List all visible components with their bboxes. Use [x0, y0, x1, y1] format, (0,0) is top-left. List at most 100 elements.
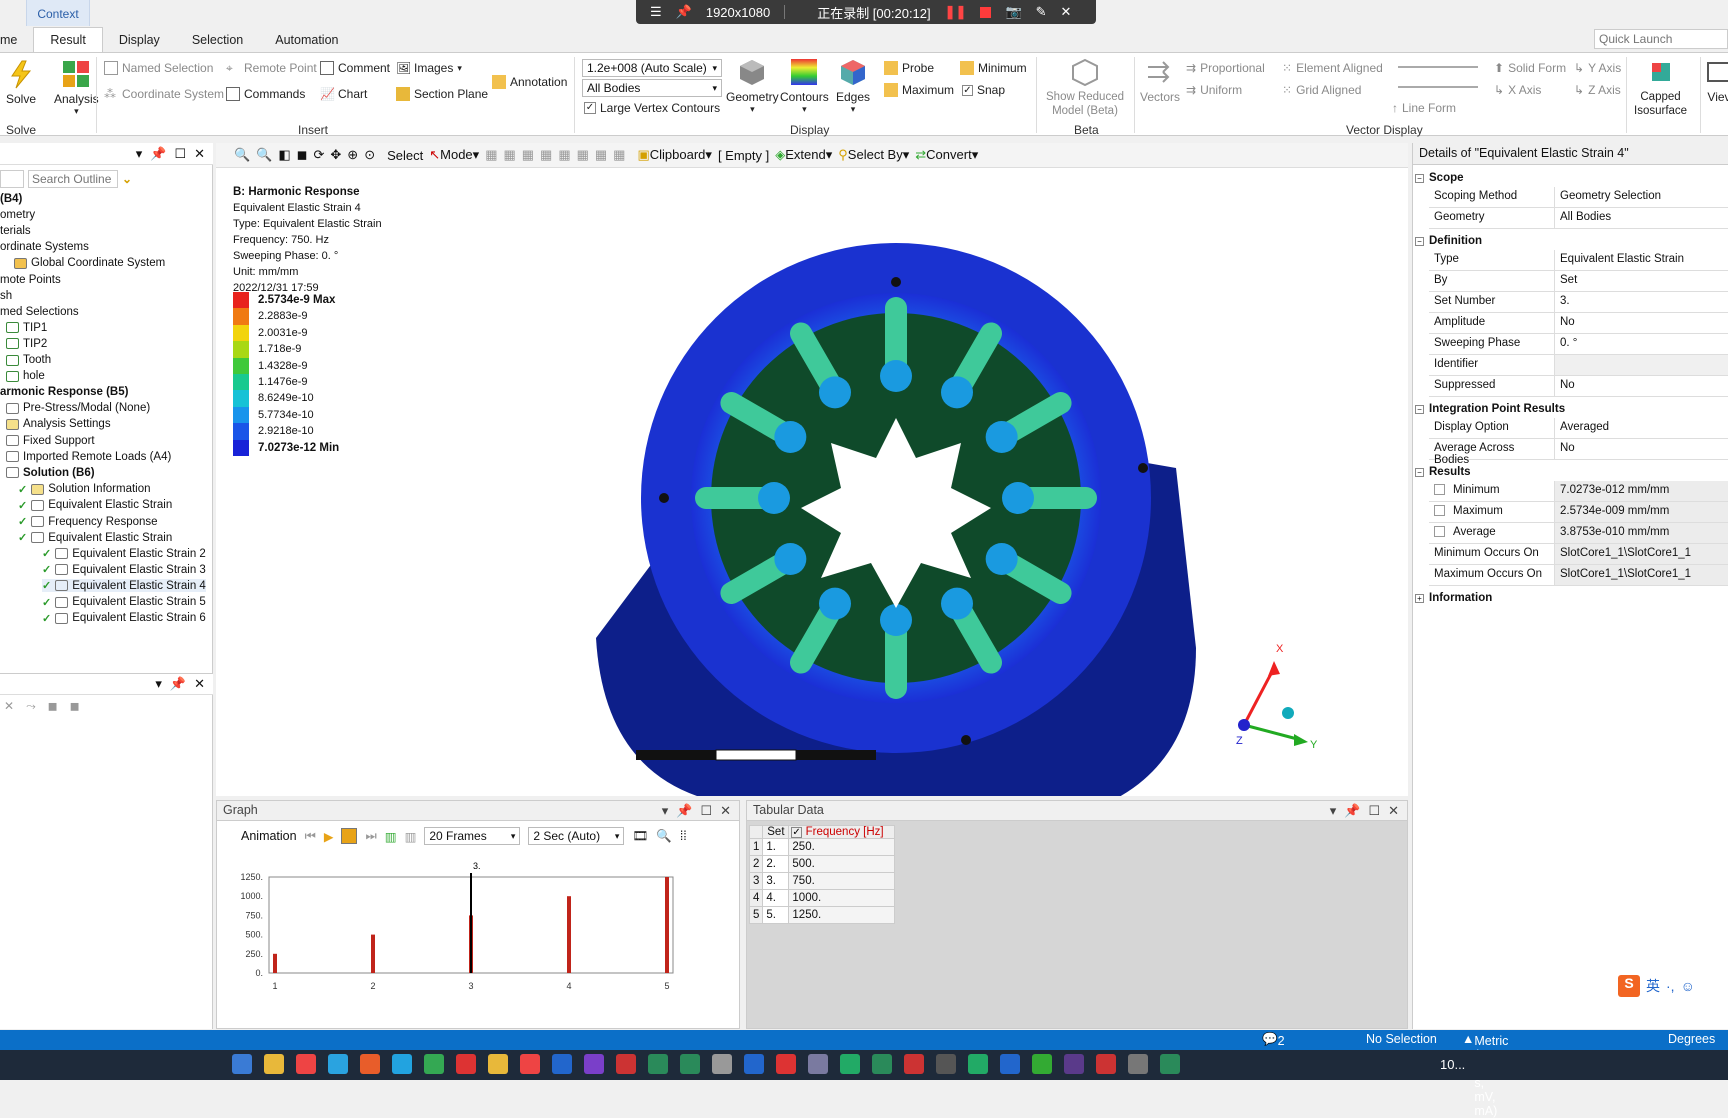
- contours-button[interactable]: Contours ▾: [780, 57, 829, 115]
- outline-item[interactable]: ✓ Equivalent Elastic Strain: [18, 499, 172, 512]
- select-by-button[interactable]: ⚲Select By▾: [838, 147, 909, 163]
- commands-button[interactable]: Commands: [226, 87, 305, 101]
- outline-item[interactable]: armonic Response (B5): [0, 386, 128, 398]
- taskbar-app-icon[interactable]: [552, 1053, 572, 1074]
- pin-icon[interactable]: 📌: [676, 4, 692, 20]
- vector-slider-1[interactable]: [1398, 66, 1478, 68]
- taskbar-app-icon[interactable]: [1064, 1053, 1084, 1074]
- outline-item[interactable]: Fixed Support: [6, 435, 95, 447]
- stop-icon[interactable]: [980, 6, 992, 18]
- snap-checkbox[interactable]: ✓ Snap: [962, 83, 1005, 97]
- outline-item[interactable]: Imported Remote Loads (A4): [6, 451, 171, 463]
- close-icon[interactable]: ✕: [1061, 4, 1072, 20]
- details-value[interactable]: No: [1555, 439, 1728, 459]
- details-value[interactable]: SlotCore1_1\SlotCore1_1: [1555, 544, 1728, 564]
- outline-item[interactable]: Analysis Settings: [6, 418, 111, 430]
- taskbar-app-icon[interactable]: [1128, 1053, 1148, 1074]
- table-cell[interactable]: 2: [748, 855, 764, 873]
- pin-icon[interactable]: 📌: [676, 803, 692, 819]
- collapse-icon[interactable]: −: [1415, 236, 1424, 246]
- outline-item[interactable]: ✓ Equivalent Elastic Strain 2: [42, 547, 206, 561]
- outline-item[interactable]: hole: [6, 370, 45, 382]
- outline-item[interactable]: mote Points: [0, 274, 61, 286]
- scale-select[interactable]: 1.2e+008 (Auto Scale) ▾: [582, 59, 722, 77]
- outline-item[interactable]: ✓ Frequency Response: [18, 515, 158, 529]
- table-cell[interactable]: 750.: [788, 872, 896, 890]
- taskbar-app-icon[interactable]: [424, 1053, 444, 1074]
- bodies-select[interactable]: All Bodies ▾: [582, 79, 722, 97]
- zoom-out-icon[interactable]: 🔍: [256, 147, 272, 163]
- grid-aligned-button[interactable]: ⁙ Grid Aligned: [1282, 83, 1361, 97]
- selection-filters[interactable]: ▦▦▦▦▦▦▦▦: [485, 147, 631, 163]
- table-cell[interactable]: 2.: [762, 855, 790, 873]
- details-section[interactable]: − Scope: [1415, 166, 1728, 187]
- details-row[interactable]: Maximum Occurs On SlotCore1_1\SlotCore1_1: [1429, 565, 1728, 586]
- taskbar-app-icon[interactable]: [840, 1053, 860, 1074]
- table-cell[interactable]: 250.: [788, 838, 896, 856]
- table-cell[interactable]: 500.: [788, 855, 896, 873]
- maximize-icon[interactable]: ☐: [174, 146, 186, 162]
- section-plane-button[interactable]: Section Plane: [396, 87, 488, 101]
- collapse-icon[interactable]: −: [1415, 404, 1424, 414]
- table-cell[interactable]: 5.: [762, 906, 790, 924]
- line-form-button[interactable]: ↑ Line Form: [1392, 101, 1456, 115]
- table-row[interactable]: 1 1. 250.: [748, 838, 896, 856]
- details-row[interactable]: Minimum 7.0273e-012 mm/mm: [1429, 481, 1728, 502]
- pin-icon[interactable]: 📌: [170, 676, 186, 692]
- close-icon[interactable]: ✕: [194, 146, 205, 162]
- taskbar-app-icon[interactable]: [584, 1053, 604, 1074]
- outline-item[interactable]: terials: [0, 225, 31, 237]
- minimum-button[interactable]: Minimum: [960, 61, 1027, 75]
- details-section[interactable]: − Results: [1415, 460, 1728, 481]
- model-view[interactable]: X Y Z: [216, 168, 1408, 796]
- pin-icon[interactable]: 📌: [1344, 803, 1360, 819]
- outline-item[interactable]: sh: [0, 290, 12, 302]
- taskbar-app-icon[interactable]: [1160, 1053, 1180, 1074]
- outline-item[interactable]: med Selections: [0, 306, 79, 318]
- parameter-checkbox[interactable]: [1434, 526, 1445, 538]
- table-row[interactable]: 4 4. 1000.: [748, 889, 896, 907]
- table-cell[interactable]: 1250.: [788, 906, 896, 924]
- pen-icon[interactable]: ✎: [1036, 4, 1047, 20]
- details-value[interactable]: 2.5734e-009 mm/mm: [1555, 502, 1728, 522]
- last-frame-icon[interactable]: ⏭: [365, 829, 376, 844]
- graphics-viewport[interactable]: B: Harmonic Response Equivalent Elastic …: [216, 168, 1408, 796]
- details-section[interactable]: − Definition: [1415, 229, 1728, 250]
- frames-select[interactable]: 20 Frames ▾: [424, 827, 521, 845]
- taskbar-app-icon[interactable]: [1000, 1053, 1020, 1074]
- checkbox-icon[interactable]: ✓: [791, 827, 803, 838]
- distributed-icon[interactable]: ▥: [385, 829, 397, 844]
- table-row[interactable]: 3 3. 750.: [748, 872, 896, 890]
- pan-icon[interactable]: ✥: [330, 147, 341, 163]
- outline-item[interactable]: (B4): [0, 193, 22, 205]
- rotate-icon[interactable]: ⟳: [313, 147, 324, 163]
- export-video-icon[interactable]: 🎞: [632, 829, 648, 844]
- details-value[interactable]: SlotCore1_1\SlotCore1_1: [1555, 565, 1728, 585]
- details-row[interactable]: Maximum 2.5734e-009 mm/mm: [1429, 502, 1728, 523]
- task-view-icon[interactable]: [200, 1055, 220, 1075]
- details-row[interactable]: Scoping Method Geometry Selection: [1429, 187, 1728, 208]
- taskbar-app-icon[interactable]: [1032, 1053, 1052, 1074]
- table-row[interactable]: 5 5. 1250.: [748, 906, 896, 924]
- clipboard-button[interactable]: ▣Clipboard▾: [637, 147, 711, 163]
- coordinate-system-button[interactable]: ⁂ Coordinate System: [104, 87, 224, 101]
- outline-item[interactable]: ✓ Equivalent Elastic Strain: [18, 531, 172, 545]
- zoom-in-icon[interactable]: 🔍: [234, 147, 250, 163]
- taskbar-app-icon[interactable]: [1096, 1053, 1116, 1074]
- taskbar-app-icon[interactable]: [648, 1053, 668, 1074]
- expand-icon[interactable]: +: [1415, 593, 1424, 603]
- details-value[interactable]: Geometry Selection: [1555, 187, 1728, 207]
- zoom-fit-icon[interactable]: ⊕: [347, 147, 358, 163]
- taskbar-app-icon[interactable]: [232, 1053, 252, 1074]
- close-icon[interactable]: ✕: [720, 803, 731, 819]
- shaded-icon[interactable]: ◼: [297, 147, 308, 163]
- taskbar-app-icon[interactable]: [360, 1053, 380, 1074]
- details-value[interactable]: No: [1555, 313, 1728, 333]
- solve-button[interactable]: Solve: [6, 59, 36, 106]
- parameter-checkbox[interactable]: [1434, 505, 1445, 517]
- maximize-icon[interactable]: ☐: [1368, 803, 1380, 819]
- dropdown-icon[interactable]: ▾: [662, 803, 669, 819]
- units-status[interactable]: ▲ Metric (mm, kg, N, s, mV, mA): [1462, 1032, 1508, 1118]
- details-value[interactable]: 7.0273e-012 mm/mm: [1555, 481, 1728, 501]
- x-axis-button[interactable]: ↳ X Axis: [1494, 83, 1541, 97]
